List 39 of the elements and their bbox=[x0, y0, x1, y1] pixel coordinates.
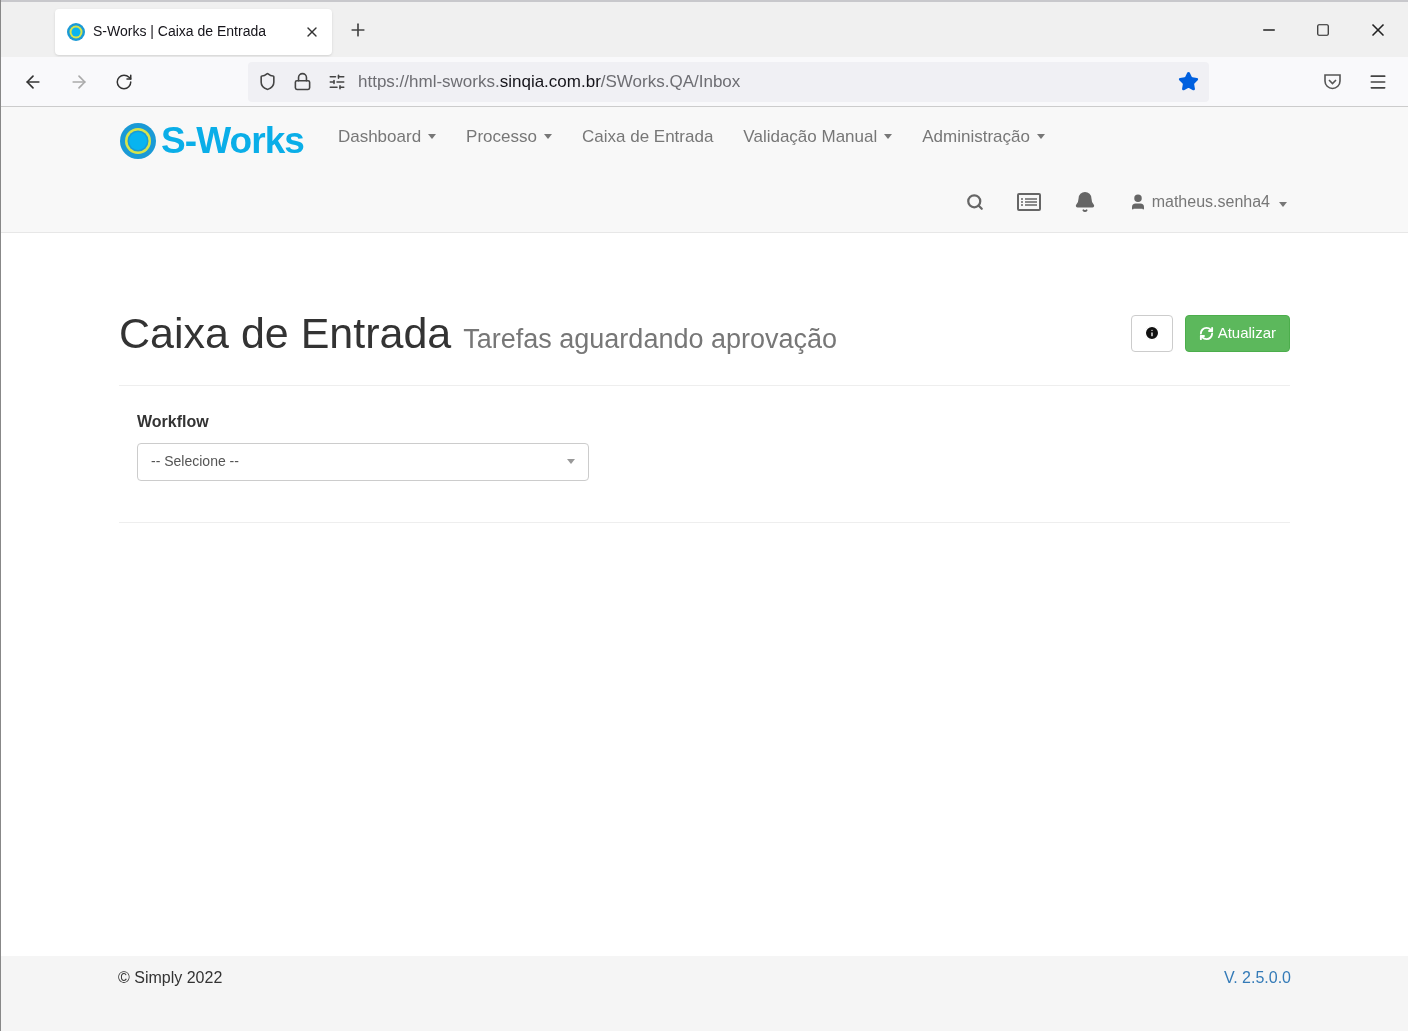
page-title: Caixa de Entrada bbox=[119, 308, 452, 359]
nav-link[interactable]: Caixa de Entrada bbox=[582, 123, 714, 150]
field-label: Workflow bbox=[137, 411, 210, 432]
lock-icon bbox=[293, 72, 312, 91]
user-menu[interactable]: matheus.senha4 bbox=[1128, 189, 1287, 214]
logo-text: S-Works bbox=[161, 118, 304, 163]
address-bar[interactable]: https://hml-sworks.sinqia.com.br/SWorks.QA/Inbox bbox=[248, 61, 1209, 102]
pocket-icon[interactable] bbox=[1323, 72, 1342, 91]
refresh-button[interactable]: Atualizar bbox=[1184, 314, 1290, 352]
url-text: https://hml-sworks.sinqia.com.br/SWorks.QA/Inbox bbox=[358, 70, 742, 93]
caret-icon bbox=[544, 134, 552, 139]
search-icon[interactable] bbox=[965, 192, 984, 211]
nav-link[interactable]: Dashboard bbox=[337, 123, 437, 150]
page-subtitle: Tarefas aguardando aprovação bbox=[463, 323, 838, 356]
info-icon bbox=[1143, 325, 1160, 342]
nav-link[interactable]: Administração bbox=[922, 123, 1045, 150]
bell-icon[interactable] bbox=[1073, 190, 1096, 213]
reload-icon[interactable] bbox=[115, 72, 133, 91]
permissions-icon bbox=[328, 72, 346, 91]
caret-icon bbox=[428, 134, 437, 139]
bookmark-star-icon[interactable] bbox=[1178, 71, 1199, 92]
browser-tab[interactable]: S-Works | Caixa de Entrada bbox=[55, 8, 332, 55]
nav-link[interactable]: Processo bbox=[466, 123, 552, 150]
list-icon[interactable] bbox=[1016, 192, 1041, 211]
workflow-select[interactable]: -- Selecione -- bbox=[137, 442, 589, 481]
info-button[interactable] bbox=[1130, 314, 1173, 352]
copyright-text: © Simply 2022 bbox=[118, 968, 223, 988]
caret-icon bbox=[1279, 201, 1287, 207]
caret-icon bbox=[567, 459, 575, 464]
tab-title: S-Works | Caixa de Entrada bbox=[93, 22, 267, 41]
nav-link[interactable]: Validação Manual bbox=[743, 123, 893, 150]
caret-icon bbox=[1036, 134, 1045, 139]
shield-icon bbox=[258, 72, 277, 91]
favicon-icon bbox=[67, 22, 85, 41]
version-text: V. 2.5.0.0 bbox=[1223, 968, 1291, 988]
maximize-icon[interactable] bbox=[1316, 22, 1330, 37]
logo-icon bbox=[119, 121, 157, 160]
refresh-icon bbox=[1198, 325, 1214, 341]
caret-icon bbox=[884, 134, 893, 139]
